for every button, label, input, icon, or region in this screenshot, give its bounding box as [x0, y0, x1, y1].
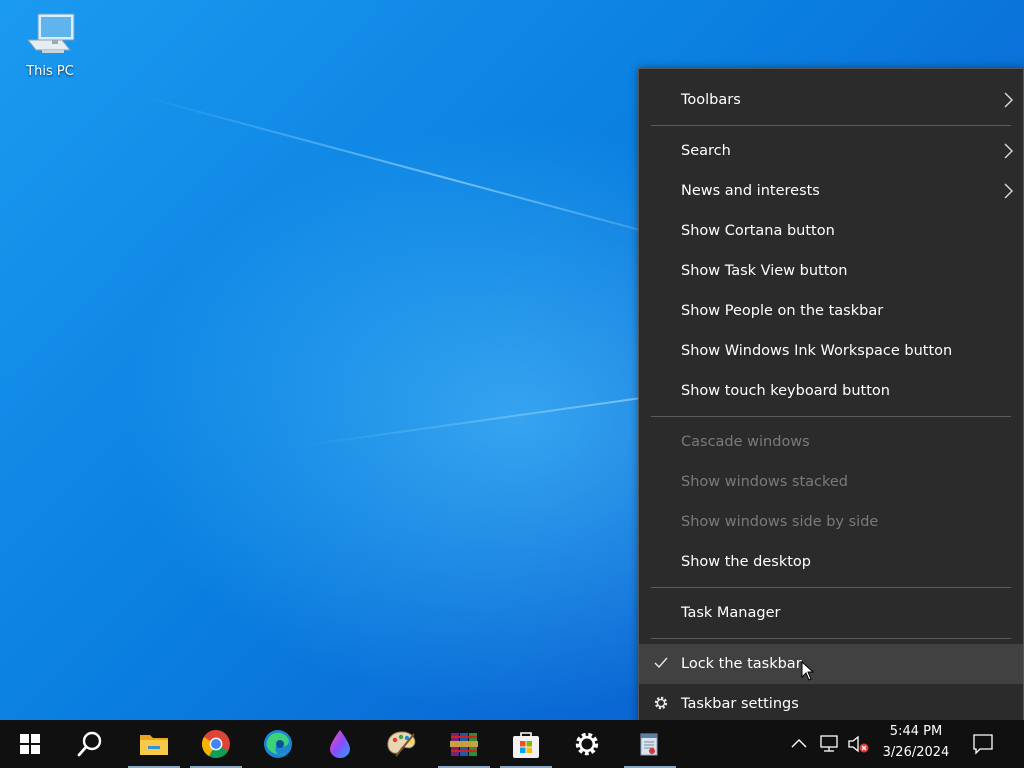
windows-logo-icon	[20, 734, 40, 754]
menu-item-label: Show the desktop	[681, 554, 811, 570]
taskbar-settings[interactable]	[558, 720, 618, 768]
taskbar-paint-3d[interactable]	[310, 720, 370, 768]
chevron-right-icon	[1004, 143, 1013, 159]
taskbar-chrome[interactable]	[186, 720, 246, 768]
notepad-icon	[640, 733, 658, 756]
menu-item-show-people[interactable]: Show People on the taskbar	[639, 291, 1023, 331]
taskbar-microsoft-store[interactable]	[496, 720, 556, 768]
desktop-icon-this-pc[interactable]: This PC	[14, 10, 86, 79]
start-button[interactable]	[0, 720, 60, 768]
search-icon	[77, 731, 102, 757]
menu-item-label: Show windows side by side	[681, 514, 879, 530]
menu-item-taskbar-settings[interactable]: Taskbar settings	[639, 684, 1023, 724]
menu-item-show-the-desktop[interactable]: Show the desktop	[639, 542, 1023, 582]
clock[interactable]: 5:44 PM 3/26/2024	[874, 720, 958, 768]
computer-icon	[26, 13, 75, 53]
taskbar-winrar[interactable]	[434, 720, 494, 768]
menu-item-toolbars[interactable]: Toolbars	[639, 80, 1023, 120]
menu-separator	[651, 638, 1011, 639]
palette-icon	[387, 731, 416, 757]
menu-item-label: Show Windows Ink Workspace button	[681, 343, 953, 359]
menu-item-label: Task Manager	[681, 605, 781, 621]
menu-item-task-manager[interactable]: Task Manager	[639, 593, 1023, 633]
paint-drop-icon	[330, 730, 350, 758]
menu-item-show-ink-workspace[interactable]: Show Windows Ink Workspace button	[639, 331, 1023, 371]
notification-icon[interactable]	[972, 733, 994, 755]
chrome-icon	[202, 730, 230, 758]
chevron-right-icon	[1004, 183, 1013, 199]
taskbar-notepad[interactable]	[620, 720, 680, 768]
chevron-up-icon[interactable]	[790, 737, 808, 749]
clock-date: 3/26/2024	[882, 745, 950, 760]
network-icon[interactable]	[818, 734, 840, 754]
menu-item-show-touch-keyboard[interactable]: Show touch keyboard button	[639, 371, 1023, 411]
menu-item-label: Show touch keyboard button	[681, 383, 890, 399]
clock-time: 5:44 PM	[889, 724, 943, 739]
mouse-cursor-icon	[801, 661, 815, 681]
menu-item-label: News and interests	[681, 183, 820, 199]
desktop-icon-label: This PC	[26, 64, 74, 79]
gear-icon	[575, 732, 599, 756]
menu-item-label: Show People on the taskbar	[681, 303, 884, 319]
menu-item-label: Taskbar settings	[681, 696, 799, 712]
taskbar-context-menu: Toolbars Search News and interests Show …	[638, 68, 1024, 734]
taskbar-paint[interactable]	[372, 720, 432, 768]
checkmark-icon	[654, 657, 668, 669]
menu-item-show-windows-side-by-side: Show windows side by side	[639, 502, 1023, 542]
volume-muted-icon[interactable]	[847, 734, 871, 756]
menu-item-label: Cascade windows	[681, 434, 810, 450]
menu-item-show-windows-stacked: Show windows stacked	[639, 462, 1023, 502]
menu-item-lock-the-taskbar[interactable]: Lock the taskbar	[639, 644, 1023, 684]
menu-separator	[651, 125, 1011, 126]
edge-icon	[264, 730, 292, 758]
menu-item-cascade-windows: Cascade windows	[639, 422, 1023, 462]
search-button[interactable]	[60, 720, 120, 768]
menu-item-label: Show Task View button	[681, 263, 848, 279]
store-bag-icon	[513, 732, 539, 758]
menu-separator	[651, 416, 1011, 417]
menu-item-news-and-interests[interactable]: News and interests	[639, 171, 1023, 211]
menu-item-label: Toolbars	[681, 92, 741, 108]
taskbar-edge[interactable]	[248, 720, 308, 768]
menu-item-label: Lock the taskbar	[681, 656, 802, 672]
taskbar-file-explorer[interactable]	[124, 720, 184, 768]
books-icon	[450, 733, 478, 756]
menu-separator	[651, 587, 1011, 588]
menu-item-label: Show windows stacked	[681, 474, 849, 490]
gear-icon	[654, 696, 668, 710]
menu-item-label: Search	[681, 143, 731, 159]
taskbar[interactable]: 5:44 PM 3/26/2024	[0, 720, 1024, 768]
chevron-right-icon	[1004, 92, 1013, 108]
folder-icon	[140, 735, 168, 755]
menu-item-search[interactable]: Search	[639, 131, 1023, 171]
menu-item-show-task-view-button[interactable]: Show Task View button	[639, 251, 1023, 291]
menu-item-label: Show Cortana button	[681, 223, 835, 239]
menu-item-show-cortana-button[interactable]: Show Cortana button	[639, 211, 1023, 251]
